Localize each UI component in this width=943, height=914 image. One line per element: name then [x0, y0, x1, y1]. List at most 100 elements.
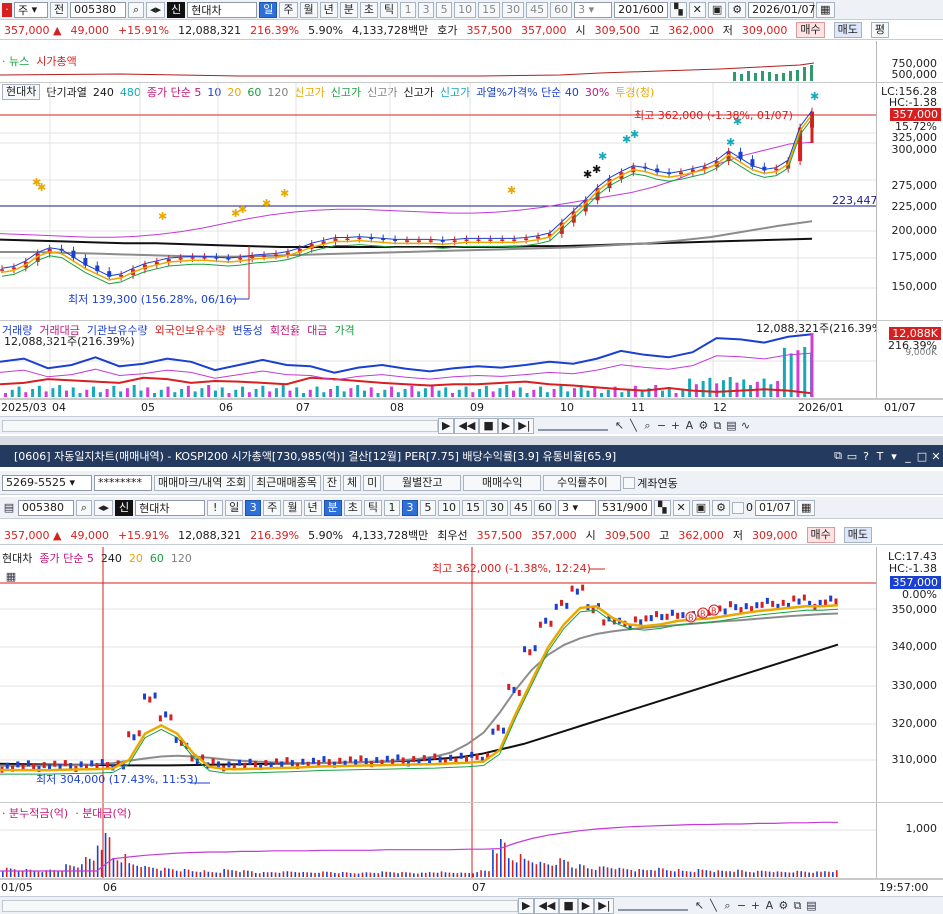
font-icon[interactable]: T — [873, 449, 887, 463]
period-day-2[interactable]: 일 — [225, 499, 244, 516]
close-icon[interactable]: ✕ — [929, 449, 943, 463]
scroll-stop-icon[interactable]: ■ — [479, 417, 498, 434]
code-input-2[interactable]: 005380 — [18, 499, 74, 516]
monthly-balance-button[interactable]: 월별잔고 — [383, 474, 462, 491]
interval-15[interactable]: 15 — [478, 1, 501, 18]
print-icon-2[interactable]: ▤ — [804, 899, 818, 913]
interval-60[interactable]: 60 — [550, 1, 573, 18]
eval-button[interactable]: 평 — [870, 22, 890, 38]
scroll-last-icon-2[interactable]: ▶| — [594, 897, 615, 914]
chart-tool-icon[interactable]: ▚ — [670, 1, 687, 18]
interval-3[interactable]: 3 — [418, 1, 435, 18]
scroll-prev-icon[interactable]: ◀◀ — [454, 417, 480, 434]
speaker-icon-2[interactable]: ◂▸ — [94, 499, 114, 516]
search-icon-2[interactable]: ⌕ — [76, 499, 92, 516]
period-minute-2[interactable]: 분 — [323, 499, 342, 516]
scroll-stop-icon-2[interactable]: ■ — [559, 897, 578, 914]
print-icon[interactable]: ▤ — [724, 419, 738, 433]
period-month-2[interactable]: 월 — [283, 499, 302, 516]
interval-5-2[interactable]: 5 — [420, 499, 437, 516]
save-icon[interactable]: ▣ — [707, 1, 727, 18]
zoom-icon-2[interactable]: ⌕ — [720, 899, 734, 913]
stock-name-input[interactable]: 현대차 — [187, 1, 258, 18]
calendar-icon[interactable]: ▦ — [816, 1, 835, 18]
alert-button[interactable]: ! — [207, 499, 224, 516]
date-input-2[interactable]: 01/07 — [755, 499, 796, 516]
chart-tool-icon-2[interactable]: ▚ — [654, 499, 671, 516]
text-tool-icon-2[interactable]: A — [762, 899, 776, 913]
executed-checkbox[interactable]: 체 — [343, 474, 362, 491]
maximize-icon[interactable]: □ — [915, 449, 929, 463]
interval-30[interactable]: 30 — [502, 1, 525, 18]
plus-icon[interactable]: + — [668, 419, 682, 433]
gear-icon-2[interactable]: ⚙ — [712, 499, 731, 516]
sell-button[interactable]: 매도 — [833, 22, 862, 38]
sell-button-2[interactable]: 매도 — [843, 527, 873, 543]
speaker-icon[interactable]: ◂▸ — [146, 1, 166, 18]
settings-icon[interactable]: ⚙ — [696, 419, 710, 433]
period-num-select[interactable]: 3 — [245, 499, 262, 516]
copy-icon-2[interactable]: ⧉ — [790, 899, 804, 913]
menu-icon[interactable]: ▾ — [887, 449, 901, 463]
help-icon[interactable]: ? — [859, 449, 873, 463]
period-week[interactable]: 주 — [279, 1, 298, 18]
count-input[interactable]: 201/600 — [614, 1, 669, 18]
interval-3-2[interactable]: 3 — [402, 499, 419, 516]
interval-45-2[interactable]: 45 — [510, 499, 533, 516]
interval-45[interactable]: 45 — [526, 1, 549, 18]
calendar-icon-2[interactable]: ▦ — [797, 499, 816, 516]
scope-button[interactable]: 전 — [50, 1, 69, 18]
scroll-next-icon[interactable]: ▶ — [497, 417, 515, 434]
line-tool-icon-2[interactable]: ╲ — [706, 899, 720, 913]
interval-60-2[interactable]: 60 — [534, 499, 557, 516]
minus-icon[interactable]: − — [654, 419, 668, 433]
period-year[interactable]: 년 — [319, 1, 338, 18]
zoom-icon[interactable]: ⌕ — [640, 419, 654, 433]
stock-name-input-2[interactable]: 현대차 — [135, 499, 206, 516]
period-minute[interactable]: 분 — [339, 1, 358, 18]
period-tick-2[interactable]: 틱 — [363, 499, 383, 516]
scroll-prev-icon-2[interactable]: ◀◀ — [534, 897, 560, 914]
trade-mark-button[interactable]: 매매마크/내역 조회 — [154, 474, 251, 491]
minus-icon-2[interactable]: − — [734, 899, 748, 913]
account-link-checkbox[interactable] — [623, 476, 636, 489]
period-type-select[interactable]: 주 ▾ — [14, 1, 48, 18]
interval-10-2[interactable]: 10 — [438, 499, 461, 516]
code-input[interactable]: 005380 — [70, 1, 127, 18]
scroll-track-2[interactable] — [2, 899, 518, 912]
restore-icon[interactable]: ▭ — [845, 449, 859, 463]
crosshair-icon[interactable]: ✕ — [688, 1, 706, 18]
trade-profit-button[interactable]: 매매수익 — [463, 474, 542, 491]
copy-icon[interactable]: ⧉ — [710, 419, 724, 433]
recent-trades-button[interactable]: 최근매매종목 — [252, 474, 321, 491]
scroll-last-icon[interactable]: ▶| — [514, 417, 535, 434]
scroll-first-icon[interactable]: ▶ — [438, 417, 455, 434]
save-icon-2[interactable]: ▣ — [691, 499, 711, 516]
draw-tool-icon[interactable]: ↖ — [612, 419, 626, 433]
interval-30-2[interactable]: 30 — [486, 499, 509, 516]
account-select[interactable]: 5269-5525 ▾ — [2, 474, 92, 491]
interval-select-2[interactable]: 3 ▾ — [558, 499, 597, 516]
period-month[interactable]: 월 — [299, 1, 318, 18]
scroll-first-icon-2[interactable]: ▶ — [518, 897, 535, 914]
minimize-icon[interactable]: _ — [901, 449, 915, 463]
scroll-track[interactable] — [2, 419, 438, 432]
zoom-slider-2[interactable] — [618, 901, 689, 911]
zero-checkbox[interactable] — [732, 501, 745, 514]
gear-icon[interactable]: ⚙ — [728, 1, 747, 18]
return-trend-button[interactable]: 수익률추이 — [543, 474, 622, 491]
period-year-2[interactable]: 년 — [303, 499, 322, 516]
period-week-2[interactable]: 주 — [263, 499, 282, 516]
interval-select[interactable]: 3 ▾ — [574, 1, 613, 18]
interval-1[interactable]: 1 — [400, 1, 417, 18]
buy-button-2[interactable]: 매수 — [806, 527, 835, 543]
buy-button[interactable]: 매수 — [796, 22, 825, 38]
password-input[interactable]: ******** — [94, 474, 152, 491]
balance-checkbox[interactable]: 잔 — [322, 474, 342, 491]
draw-tool-icon-2[interactable]: ↖ — [692, 899, 706, 913]
interval-15-2[interactable]: 15 — [462, 499, 485, 516]
interval-5[interactable]: 5 — [436, 1, 453, 18]
link-icon[interactable]: ⧉ — [831, 449, 845, 463]
search-icon[interactable]: ⌕ — [128, 1, 145, 18]
plus-icon-2[interactable]: + — [748, 899, 762, 913]
